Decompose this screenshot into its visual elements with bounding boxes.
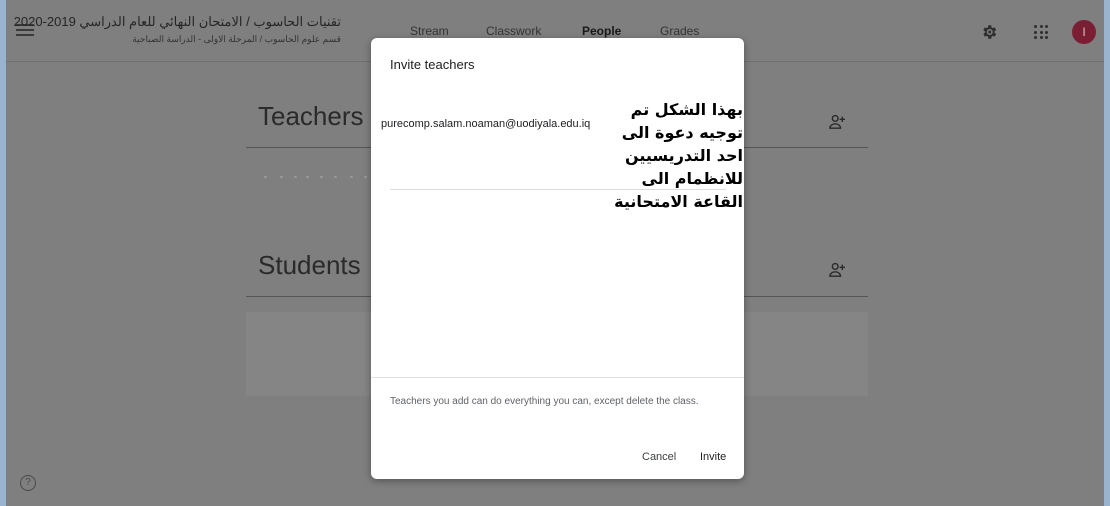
- email-input-value[interactable]: purecomp.salam.noaman@uodiyala.edu.iq: [381, 118, 590, 130]
- dialog-title: Invite teachers: [390, 57, 475, 72]
- tab-people[interactable]: People: [582, 24, 621, 38]
- teacher-list-item: [264, 173, 374, 181]
- add-student-icon[interactable]: [828, 262, 846, 278]
- annotation-line: احد التدريسيين: [624, 146, 743, 165]
- right-frame-edge: [1104, 0, 1110, 506]
- classroom-page: تقنيات الحاسوب / الامتحان النهائي للعام …: [6, 0, 1104, 506]
- apps-icon[interactable]: [1034, 25, 1048, 39]
- invite-teachers-dialog: Invite teachers purecomp.salam.noaman@uo…: [371, 38, 744, 479]
- class-subtitle: قسم علوم الحاسوب / المرحلة الاولى - الدر…: [132, 34, 341, 44]
- add-teacher-icon[interactable]: [828, 114, 846, 130]
- tab-grades[interactable]: Grades: [660, 24, 699, 38]
- arabic-annotation: بهذا الشكل تم توجيه دعوة الى احد التدريس…: [603, 98, 743, 213]
- tab-stream[interactable]: Stream: [410, 24, 449, 38]
- tab-classwork[interactable]: Classwork: [486, 24, 541, 38]
- class-breadcrumb[interactable]: تقنيات الحاسوب / الامتحان النهائي للعام …: [13, 14, 341, 45]
- help-icon[interactable]: ?: [20, 475, 36, 491]
- annotation-line: توجيه دعوة الى: [621, 123, 743, 142]
- avatar[interactable]: I: [1072, 20, 1096, 44]
- annotation-line: للانظمام الى: [641, 169, 743, 188]
- annotation-line: بهذا الشكل تم: [630, 100, 743, 119]
- dialog-divider: [371, 377, 744, 378]
- dialog-footnote: Teachers you add can do everything you c…: [390, 396, 699, 407]
- class-title: تقنيات الحاسوب / الامتحان النهائي للعام …: [13, 14, 341, 29]
- annotation-line: القاعة الامتحانية: [614, 192, 743, 211]
- teachers-title: Teachers: [258, 101, 364, 131]
- gear-icon[interactable]: [980, 23, 998, 41]
- invite-button[interactable]: Invite: [700, 451, 726, 463]
- students-title: Students: [258, 250, 361, 280]
- cancel-button[interactable]: Cancel: [642, 451, 676, 463]
